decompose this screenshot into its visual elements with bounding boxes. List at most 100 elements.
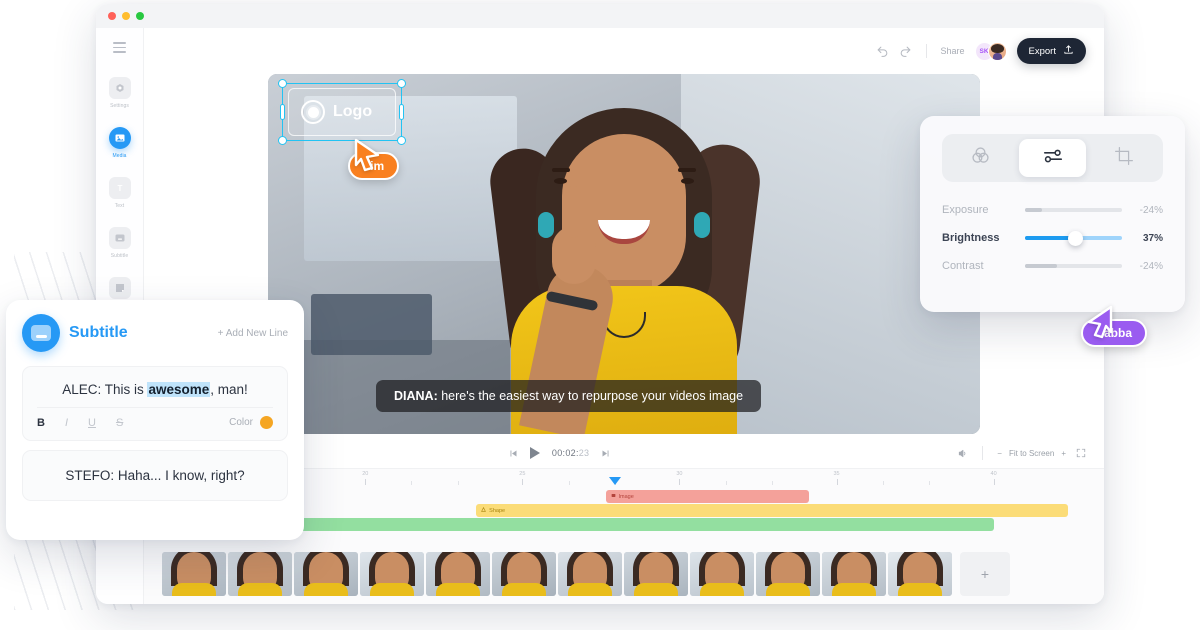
caption-speaker: DIANA: bbox=[394, 389, 438, 403]
redo-arrow-icon[interactable] bbox=[899, 45, 912, 58]
undo-arrow-icon[interactable] bbox=[876, 45, 889, 58]
adjustments-panel: Exposure -24% Brightness 37% Contrast -2… bbox=[920, 116, 1185, 312]
slider-track[interactable] bbox=[1025, 264, 1122, 268]
shape-icon bbox=[481, 506, 487, 514]
filmstrip-thumbnail[interactable] bbox=[558, 552, 622, 596]
subtitle-icon bbox=[22, 314, 60, 352]
timeline-clip-image[interactable]: Image bbox=[605, 490, 809, 503]
sidebar-item-subtitle[interactable]: Subtitle bbox=[96, 226, 143, 259]
subtitle-line-text[interactable]: ALEC: This is awesome, man! bbox=[37, 378, 273, 407]
video-preview[interactable]: Logo DIANA: here's the easiest way to re… bbox=[268, 74, 980, 434]
backdrop-monitor bbox=[310, 293, 432, 355]
sidebar-item-label: Settings bbox=[110, 102, 129, 109]
zoom-in-button[interactable]: + bbox=[1061, 449, 1066, 458]
top-toolbar: Share SK Export bbox=[144, 28, 1104, 74]
svg-text:T: T bbox=[117, 184, 122, 193]
video-caption: DIANA: here's the easiest way to repurpo… bbox=[376, 380, 762, 412]
filmstrip-thumbnail[interactable] bbox=[690, 552, 754, 596]
player-right-cluster: − Fit to Screen + bbox=[957, 446, 1086, 460]
timeline-playhead[interactable] bbox=[608, 477, 621, 485]
strikethrough-button[interactable]: S bbox=[116, 417, 123, 429]
add-new-line-button[interactable]: + Add New Line bbox=[218, 328, 288, 339]
slider-value: -24% bbox=[1139, 204, 1163, 216]
subtitle-line-card[interactable]: ALEC: This is awesome, man! B I U S Colo… bbox=[22, 366, 288, 441]
underline-button[interactable]: U bbox=[88, 417, 96, 429]
fullscreen-icon[interactable] bbox=[1076, 448, 1086, 458]
hamburger-icon[interactable] bbox=[113, 42, 126, 53]
ruler-tick-label: 25 bbox=[519, 471, 526, 477]
filmstrip-thumbnail[interactable] bbox=[162, 552, 226, 596]
zoom-fit-control[interactable]: − Fit to Screen + bbox=[997, 449, 1066, 458]
slider-contrast[interactable]: Contrast -24% bbox=[942, 260, 1163, 272]
resize-handle-top-right[interactable] bbox=[397, 79, 406, 88]
tab-crop[interactable] bbox=[1090, 139, 1158, 177]
skip-forward-icon[interactable] bbox=[601, 449, 610, 458]
filmstrip-thumbnail[interactable] bbox=[888, 552, 952, 596]
slider-track[interactable] bbox=[1025, 230, 1122, 246]
slider-label: Exposure bbox=[942, 204, 989, 216]
subtitle-line-text[interactable]: STEFO: Haha... I know, right? bbox=[37, 462, 273, 489]
sidebar-item-settings[interactable]: Settings bbox=[96, 76, 143, 109]
italic-button[interactable]: I bbox=[65, 417, 68, 429]
zoom-out-button[interactable]: − bbox=[997, 449, 1002, 458]
export-label: Export bbox=[1028, 45, 1056, 57]
sidebar-item-text[interactable]: T Text bbox=[96, 176, 143, 209]
skip-back-icon[interactable] bbox=[509, 449, 518, 458]
slider-track[interactable] bbox=[1025, 208, 1122, 212]
window-minimize-dot[interactable] bbox=[122, 12, 130, 20]
slider-brightness[interactable]: Brightness 37% bbox=[942, 230, 1163, 246]
color-swatch[interactable] bbox=[260, 416, 273, 429]
clip-label: Image bbox=[618, 493, 634, 500]
collaborator-cursor-sabba: Sabba bbox=[1081, 305, 1148, 347]
export-button[interactable]: Export bbox=[1016, 38, 1086, 64]
filmstrip-thumbnail[interactable] bbox=[624, 552, 688, 596]
play-icon[interactable] bbox=[529, 447, 540, 459]
adjust-tabs bbox=[942, 134, 1163, 182]
filmstrip-thumbnail[interactable] bbox=[756, 552, 820, 596]
bold-button[interactable]: B bbox=[37, 417, 45, 429]
player-divider bbox=[982, 446, 984, 460]
sidebar-item-label: Text bbox=[114, 202, 125, 209]
fit-to-screen-label[interactable]: Fit to Screen bbox=[1009, 449, 1054, 458]
window-titlebar bbox=[96, 4, 1104, 28]
filmstrip-thumbnail[interactable] bbox=[426, 552, 490, 596]
text-t-icon: T bbox=[108, 176, 131, 199]
filmstrip-thumbnail[interactable] bbox=[360, 552, 424, 596]
tab-filters[interactable] bbox=[947, 139, 1015, 177]
share-button[interactable]: Share bbox=[941, 46, 965, 56]
ruler-tick-label: 20 bbox=[362, 471, 369, 477]
color-picker-button[interactable]: Color bbox=[229, 416, 273, 429]
sliders-icon bbox=[1042, 145, 1064, 172]
color-label: Color bbox=[229, 417, 253, 428]
collaborator-cursor-tim: Tim bbox=[348, 138, 400, 180]
selection-box[interactable] bbox=[278, 79, 406, 145]
resize-handle-top-left[interactable] bbox=[278, 79, 287, 88]
resize-handle-left[interactable] bbox=[280, 104, 285, 120]
slider-value: 37% bbox=[1142, 232, 1163, 244]
volume-icon[interactable] bbox=[957, 448, 968, 459]
upload-icon bbox=[1063, 44, 1074, 58]
slider-exposure[interactable]: Exposure -24% bbox=[942, 204, 1163, 216]
subtitle-icon bbox=[108, 226, 131, 249]
filmstrip-thumbnail[interactable] bbox=[492, 552, 556, 596]
window-maximize-dot[interactable] bbox=[136, 12, 144, 20]
add-media-button[interactable]: + bbox=[960, 552, 1010, 596]
timeline-clip-shape[interactable]: Shape bbox=[476, 504, 1068, 517]
window-close-dot[interactable] bbox=[108, 12, 116, 20]
timeline-filmstrip[interactable]: + bbox=[162, 552, 1086, 596]
timeline-clip-music[interactable]: Music bbox=[198, 518, 994, 531]
tab-adjust[interactable] bbox=[1018, 139, 1087, 177]
resize-handle-bottom-left[interactable] bbox=[278, 136, 287, 145]
subtitle-line-prefix: ALEC: This is bbox=[62, 382, 148, 397]
subtitle-line-card[interactable]: STEFO: Haha... I know, right? bbox=[22, 450, 288, 501]
filmstrip-thumbnail[interactable] bbox=[822, 552, 886, 596]
ruler-tick-label: 40 bbox=[990, 471, 997, 477]
filmstrip-thumbnail[interactable] bbox=[228, 552, 292, 596]
text-format-toolbar: B I U S Color bbox=[37, 407, 273, 429]
filmstrip-thumbnail[interactable] bbox=[294, 552, 358, 596]
avatar[interactable] bbox=[987, 41, 1007, 61]
sidebar-item-media[interactable]: Media bbox=[96, 126, 143, 159]
resize-handle-right[interactable] bbox=[399, 104, 404, 120]
color-filter-icon bbox=[970, 145, 991, 171]
toolbar-divider bbox=[925, 44, 927, 58]
